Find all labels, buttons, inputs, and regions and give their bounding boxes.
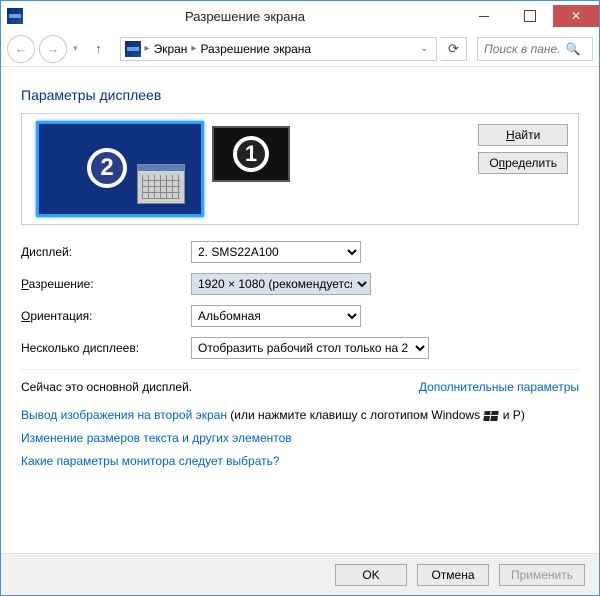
which-settings-link[interactable]: Какие параметры монитора следует выбрать… xyxy=(21,454,280,468)
title-bar: Разрешение экрана xyxy=(1,1,599,31)
maximize-button[interactable] xyxy=(507,5,553,27)
close-button[interactable] xyxy=(553,5,599,27)
search-icon: 🔍 xyxy=(566,42,580,56)
label-resolution: Разрешение: xyxy=(21,277,191,291)
label-display: Дисплей: xyxy=(21,245,191,259)
text-size-link[interactable]: Изменение размеров текста и других элеме… xyxy=(21,431,292,445)
project-link[interactable]: Вывод изображения на второй экран xyxy=(21,408,227,422)
chevron-right-icon: ▸ xyxy=(191,43,196,54)
row-multiple-displays: Несколько дисплеев: Отобразить рабочий с… xyxy=(21,337,579,359)
window-buttons xyxy=(461,5,599,27)
row-display: Дисплей: 2. SMS22A100 xyxy=(21,241,579,263)
monitor-2[interactable]: 2 xyxy=(36,121,204,217)
monitor-number-badge: 1 xyxy=(233,136,269,172)
monitor-number-badge: 2 xyxy=(87,148,127,188)
identify-button[interactable]: Определить xyxy=(478,152,568,174)
label-orientation: Ориентация: xyxy=(21,309,191,323)
cancel-button[interactable]: Отмена xyxy=(417,564,489,586)
nav-bar: ← → ▾ ↑ ▸ Экран ▸ Разрешение экрана ⌄ ⟳ … xyxy=(1,31,599,67)
primary-display-row: Сейчас это основной дисплей. Дополнитель… xyxy=(21,369,579,394)
row-orientation: Ориентация: Альбомная xyxy=(21,305,579,327)
minimize-button[interactable] xyxy=(461,5,507,27)
project-line: Вывод изображения на второй экран (или н… xyxy=(21,404,579,427)
bottom-bar: OK Отмена Применить xyxy=(1,553,599,595)
breadcrumb-item[interactable]: Разрешение экрана xyxy=(200,42,311,56)
forward-button[interactable]: → xyxy=(39,35,67,63)
display-icon xyxy=(125,41,141,57)
primary-display-note: Сейчас это основной дисплей. xyxy=(21,380,192,394)
monitor-side-buttons: Найти Определить xyxy=(478,124,568,174)
content: Параметры дисплеев 2 1 Найти Определить … xyxy=(1,67,599,472)
chevron-right-icon: ▸ xyxy=(145,43,150,54)
detect-button[interactable]: Найти xyxy=(478,124,568,146)
monitor-grid-icon xyxy=(137,164,185,204)
monitor-1[interactable]: 1 xyxy=(212,126,290,182)
window-root: Разрешение экрана ← → ▾ ↑ ▸ Экран ▸ Разр… xyxy=(0,0,600,596)
search-box[interactable]: 🔍 xyxy=(477,37,593,61)
back-button[interactable]: ← xyxy=(7,35,35,63)
search-input[interactable] xyxy=(482,41,562,57)
display-select[interactable]: 2. SMS22A100 xyxy=(191,241,361,263)
apply-button[interactable]: Применить xyxy=(499,564,585,586)
settings-form: Дисплей: 2. SMS22A100 Разрешение: 1920 ×… xyxy=(21,241,579,359)
multiple-displays-select[interactable]: Отобразить рабочий стол только на 2 xyxy=(191,337,429,359)
ok-button[interactable]: OK xyxy=(335,564,407,586)
app-icon xyxy=(7,8,23,24)
up-button[interactable]: ↑ xyxy=(88,38,110,60)
refresh-button[interactable]: ⟳ xyxy=(441,37,467,61)
label-multiple-displays: Несколько дисплеев: xyxy=(21,341,191,355)
advanced-settings-link[interactable]: Дополнительные параметры xyxy=(419,380,579,394)
breadcrumb-item[interactable]: Экран xyxy=(154,42,188,56)
address-bar[interactable]: ▸ Экран ▸ Разрешение экрана ⌄ xyxy=(120,37,437,61)
monitor-arrangement-frame: 2 1 Найти Определить xyxy=(21,113,579,225)
row-resolution: Разрешение: 1920 × 1080 (рекомендуется) xyxy=(21,273,579,295)
page-heading: Параметры дисплеев xyxy=(21,87,579,103)
window-title: Разрешение экрана xyxy=(29,9,461,24)
info-links: Вывод изображения на второй экран (или н… xyxy=(21,404,579,472)
windows-key-icon xyxy=(484,411,499,421)
resolution-select[interactable]: 1920 × 1080 (рекомендуется) xyxy=(191,273,371,295)
orientation-select[interactable]: Альбомная xyxy=(191,305,361,327)
address-dropdown[interactable]: ⌄ xyxy=(416,43,432,54)
history-dropdown[interactable]: ▾ xyxy=(73,43,78,54)
